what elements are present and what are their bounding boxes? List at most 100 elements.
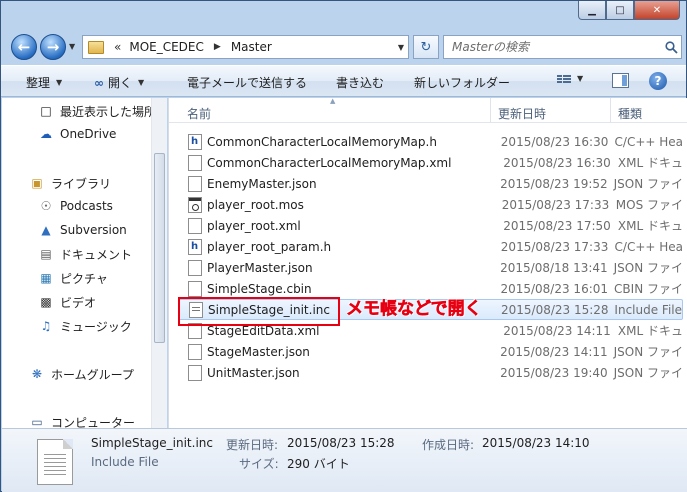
file-row[interactable]: StageMaster.json 2015/08/23 14:11 JSON ファイ [178,341,683,362]
overflow-chevron[interactable]: « [114,40,121,54]
sidebar-item-library[interactable]: ▣ ライブラリ [29,173,111,193]
command-bar: 整理 ▼ ∞ 開く ▼ 電子メールで送信する 書き込む 新しいフォルダー ▼ ? [1,65,686,97]
sidebar-item-pictures[interactable]: ▦ ピクチャ [38,268,108,288]
search-icon[interactable] [661,40,681,54]
sidebar-item-recent-places[interactable]: □ 最近表示した場所 [38,101,156,121]
preview-pane-button[interactable] [612,73,629,88]
details-filetype: Include File [91,455,159,469]
column-divider[interactable] [490,98,491,123]
scrollbar-thumb[interactable] [154,153,165,343]
address-dropdown-icon[interactable]: ▼ [398,43,404,52]
sidebar-item-documents[interactable]: ▤ ドキュメント [38,244,132,264]
file-type: JSON ファイ [613,261,683,275]
pictures-icon: ▦ [40,271,52,285]
details-filename: SimpleStage_init.inc [91,436,213,450]
recent-pages-dropdown[interactable]: ▼ [69,42,75,51]
address-bar[interactable]: « MOE_CEDEC ▶ Master ▼ [82,35,409,59]
maximize-button[interactable]: □ [606,1,634,20]
chevron-down-icon: ▼ [577,74,584,83]
file-date: 2015/08/23 16:01 [500,281,609,296]
file-row[interactable]: player_root.mos 2015/08/23 17:33 MOS ファイ [178,194,683,215]
sidebar-item-label: 最近表示した場所 [60,104,157,119]
file-row[interactable]: EnemyMaster.json 2015/08/23 19:52 JSON ファイ [178,173,683,194]
column-modified[interactable]: 更新日時 [498,105,546,122]
sidebar-item-label: ビデオ [60,295,97,310]
sidebar-item-music[interactable]: ♫ ミュージック [38,316,132,336]
new-folder-button[interactable]: 新しいフォルダー [414,74,510,91]
arrow-right-icon: → [46,38,60,56]
preview-pane-icon [612,73,629,88]
file-date: 2015/08/23 19:52 [500,176,608,191]
sidebar-item-computer[interactable]: ▭ コンピューター [29,412,135,428]
glasses-icon: ∞ [94,75,104,90]
search-box [443,35,682,59]
breadcrumb-master[interactable]: Master [231,40,272,54]
sidebar-item-onedrive[interactable]: ☁ OneDrive [38,124,116,144]
refresh-button[interactable]: ↻ [413,35,439,59]
column-name[interactable]: 名前 [187,105,211,122]
video-icon: ▩ [40,295,52,309]
column-type[interactable]: 種類 [618,105,642,122]
column-divider[interactable] [610,98,611,123]
file-icon [188,238,202,255]
file-row[interactable]: UnitMaster.json 2015/08/23 19:40 JSON ファイ [178,362,683,383]
library-icon: ▣ [31,176,43,190]
sidebar-item-label: ライブラリ [51,176,112,191]
file-name: StageEditData.xml [207,323,320,338]
file-row[interactable]: StageEditData.xml 2015/08/23 14:11 XML ドキュ [178,320,683,341]
folder-icon [88,40,104,54]
view-list-icon [557,74,571,83]
file-icon [188,217,202,234]
sidebar-item-video[interactable]: ▩ ビデオ [38,292,96,312]
forward-button[interactable]: → [40,34,66,60]
file-large-icon [37,439,73,485]
file-name: player_root_param.h [207,239,332,254]
help-button[interactable]: ? [649,72,667,90]
breadcrumb-separator-icon[interactable]: ▶ [214,42,221,52]
file-name: CommonCharacterLocalMemoryMap.h [207,134,437,149]
minimize-button[interactable]: ▁ [578,1,606,20]
search-input[interactable] [444,37,661,57]
documents-icon: ▤ [40,247,52,261]
file-type: JSON ファイ [613,366,683,380]
new-folder-label: 新しいフォルダー [414,76,511,90]
homegroup-icon: ❋ [31,367,43,381]
burn-button[interactable]: 書き込む [336,74,384,91]
details-created-label: 作成日時: [422,438,475,452]
file-type: C/C++ Hea [614,134,683,149]
organize-button[interactable]: 整理 ▼ [26,74,62,91]
sidebar-item-label: Subversion [60,223,127,237]
file-name: PlayerMaster.json [207,260,313,275]
file-date: 2015/08/23 17:33 [501,197,610,212]
email-button[interactable]: 電子メールで送信する [187,74,307,91]
file-name: UnitMaster.json [207,365,300,380]
file-row[interactable]: player_root.xml 2015/08/23 17:50 XML ドキュ [178,215,683,236]
open-button[interactable]: ∞ 開く ▼ [94,74,144,91]
file-date: 2015/08/23 14:11 [500,344,608,359]
file-date: 2015/08/23 16:30 [503,155,611,170]
refresh-icon: ↻ [420,39,432,55]
close-button[interactable]: ✕ [634,1,680,20]
file-row[interactable]: CommonCharacterLocalMemoryMap.h 2015/08/2… [178,131,683,152]
details-size-value: 290 バイト [287,457,350,471]
file-icon [188,196,202,213]
file-type: XML ドキュ [617,324,683,338]
file-row[interactable]: player_root_param.h 2015/08/23 17:33 C/C++… [178,236,683,257]
file-date: 2015/08/23 15:28 [501,302,609,317]
computer-icon: ▭ [31,415,43,428]
help-icon: ? [649,72,667,90]
back-button[interactable]: ← [11,34,37,60]
sidebar-item-podcasts[interactable]: ☉ Podcasts [38,196,113,216]
email-label: 電子メールで送信する [187,76,308,90]
details-size-label: サイズ: [239,457,279,471]
sidebar-item-subversion[interactable]: ▲ Subversion [38,220,127,240]
file-type: CBIN ファイ [614,282,683,296]
breadcrumb-moe-cedec[interactable]: MOE_CEDEC [129,40,204,54]
file-row[interactable]: CommonCharacterLocalMemoryMap.xml 2015/08… [178,152,683,173]
sidebar-scrollbar[interactable] [151,98,167,428]
file-name: CommonCharacterLocalMemoryMap.xml [207,155,452,170]
change-view-button[interactable]: ▼ [557,74,583,83]
sort-ascending-icon: ▲ [330,98,336,105]
file-row[interactable]: PlayerMaster.json 2015/08/18 13:41 JSON ファ… [178,257,683,278]
sidebar-item-homegroup[interactable]: ❋ ホームグループ [29,364,134,384]
